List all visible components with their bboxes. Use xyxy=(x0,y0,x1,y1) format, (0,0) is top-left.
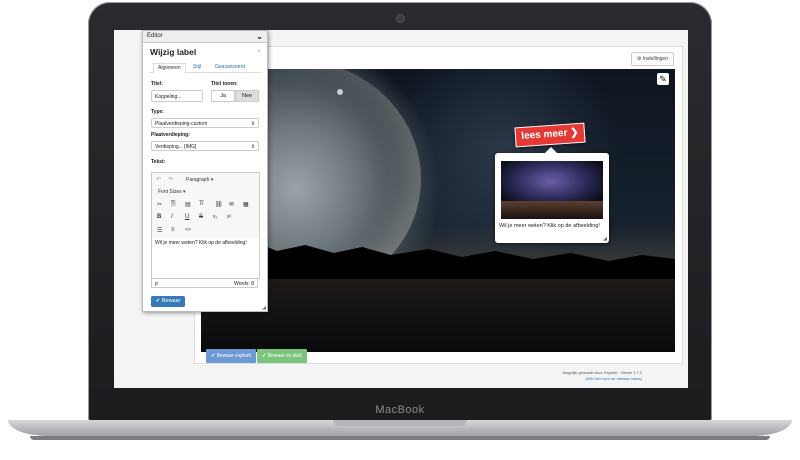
screen: ⚙ Instellingen ✎ lees meer ❯ Wil je meer… xyxy=(114,30,688,388)
strikethrough-icon[interactable]: S xyxy=(199,214,203,220)
save-explorit-button[interactable]: ✔ Bewaar explorit xyxy=(206,349,257,363)
select-caret-icon: ⇕ xyxy=(250,144,255,150)
edit-icon[interactable]: ✎ xyxy=(657,73,669,85)
cut-icon[interactable]: ✂ xyxy=(157,201,162,208)
footer-note: Mogelijk gemaakt door Explorit - Versie … xyxy=(563,370,642,382)
type-select[interactable]: Plaatverdieping-custom ⇕ xyxy=(151,118,259,128)
paragraph-dropdown[interactable]: Paragraph ▾ xyxy=(186,177,213,183)
titel-input[interactable]: Koppeling... xyxy=(151,90,203,102)
laptop-notch xyxy=(333,420,467,426)
resize-handle-icon[interactable]: ◢ xyxy=(262,305,266,311)
type-select-value: Plaatverdieping-custom xyxy=(155,121,208,127)
paragraph-dropdown-label: Paragraph xyxy=(186,177,210,183)
titel-tonen-label: Titel tonen: xyxy=(211,81,238,87)
bullet-list-icon[interactable]: ☰ xyxy=(157,227,162,234)
hero-image[interactable]: ✎ lees meer ❯ Wil je meer weten? Klik op… xyxy=(201,69,675,352)
chevron-down-icon[interactable]: ⌄ xyxy=(256,31,263,42)
bold-icon[interactable]: B xyxy=(157,214,161,220)
redo-icon[interactable]: ↷ xyxy=(168,176,173,183)
laptop-foot xyxy=(30,436,770,440)
type-label: Type: xyxy=(151,109,164,115)
font-sizes-label: Font Sizes xyxy=(158,189,182,195)
camera-icon xyxy=(396,14,405,23)
editor-sidebar: Editor ⌄ Wijzig label × Algemeen Stijl G… xyxy=(142,30,268,312)
subscript-icon[interactable]: x₂ xyxy=(213,214,217,220)
popup-thumbnail[interactable] xyxy=(501,161,603,219)
font-sizes-dropdown[interactable]: Font Sizes ▾ xyxy=(158,189,186,195)
text-editor-area[interactable]: Wil je meer weten? Klik op de afbeelding… xyxy=(151,238,260,279)
verdieping-select-value: Verdieping... [IMG] xyxy=(155,144,197,150)
select-caret-icon: ⇕ xyxy=(250,121,255,127)
bewaar-button[interactable]: ✔ Bewaar xyxy=(151,296,185,307)
lake-reflection xyxy=(201,279,675,352)
verdieping-label: Plaatverdieping: xyxy=(151,132,190,138)
verdieping-select[interactable]: Verdieping... [IMG] ⇕ xyxy=(151,141,259,151)
image-icon[interactable]: ▦ xyxy=(243,201,249,208)
tekst-label: Tekst: xyxy=(151,159,166,165)
moon-graphic xyxy=(337,89,343,95)
paste-icon[interactable]: ▤ xyxy=(185,201,191,208)
close-icon[interactable]: × xyxy=(257,49,261,55)
tab-algemeen[interactable]: Algemeen xyxy=(153,63,186,74)
lees-meer-label[interactable]: lees meer ❯ xyxy=(514,122,586,148)
media-icon[interactable]: ✉ xyxy=(229,201,234,208)
toggle-nee[interactable]: Nee xyxy=(235,90,259,102)
underline-icon[interactable]: U xyxy=(185,214,189,220)
text-editor-content: Wil je meer weten? Klik op de afbeelding… xyxy=(155,240,247,246)
save-close-button[interactable]: ✔ Bewaar en sluit xyxy=(257,349,307,363)
editor-title: Wijzig label xyxy=(150,47,197,57)
device-brand: MacBook xyxy=(375,404,425,416)
numbered-list-icon[interactable]: ≡ xyxy=(171,227,175,233)
tab-geavanceerd[interactable]: Geavanceerd xyxy=(211,63,249,72)
settings-button[interactable]: ⚙ Instellingen xyxy=(630,52,674,66)
copy-icon[interactable]: ⎘ xyxy=(171,201,176,208)
clear-format-icon[interactable]: T̸ xyxy=(199,201,203,207)
link-icon[interactable]: ⛓ xyxy=(215,201,223,208)
rich-text-toolbar: ↶ ↷ Paragraph ▾ Font Sizes ▾ ✂ ⎘ ▤ T̸ ⛓ … xyxy=(151,172,260,240)
toggle-ja[interactable]: Ja xyxy=(211,90,235,102)
superscript-icon[interactable]: x² xyxy=(227,214,231,220)
resize-handle-icon[interactable]: ◢ xyxy=(603,236,607,242)
editor-header[interactable]: Editor ⌄ xyxy=(143,31,267,43)
tab-stijl[interactable]: Stijl xyxy=(189,63,205,72)
editor-statusbar: p Words: 8 xyxy=(151,278,258,288)
italic-icon[interactable]: I xyxy=(171,214,173,220)
action-bar: ✔ Bewaar explorit ✔ Bewaar en sluit xyxy=(206,349,308,363)
titel-label: Titel: xyxy=(151,81,163,87)
undo-icon[interactable]: ↶ xyxy=(156,176,161,183)
popup-text: Wil je meer weten? Klik op de afbeelding… xyxy=(499,223,600,229)
label-popup[interactable]: Wil je meer weten? Klik op de afbeelding… xyxy=(495,147,609,243)
release-notes-link[interactable]: (Klik hier voor de release notes) xyxy=(586,376,642,381)
word-count: Words: 8 xyxy=(234,281,254,287)
editor-tabs: Algemeen Stijl Geavanceerd xyxy=(149,63,261,74)
code-icon[interactable]: <> xyxy=(185,227,191,233)
editor-header-label: Editor xyxy=(147,33,163,39)
element-path[interactable]: p xyxy=(155,279,158,289)
